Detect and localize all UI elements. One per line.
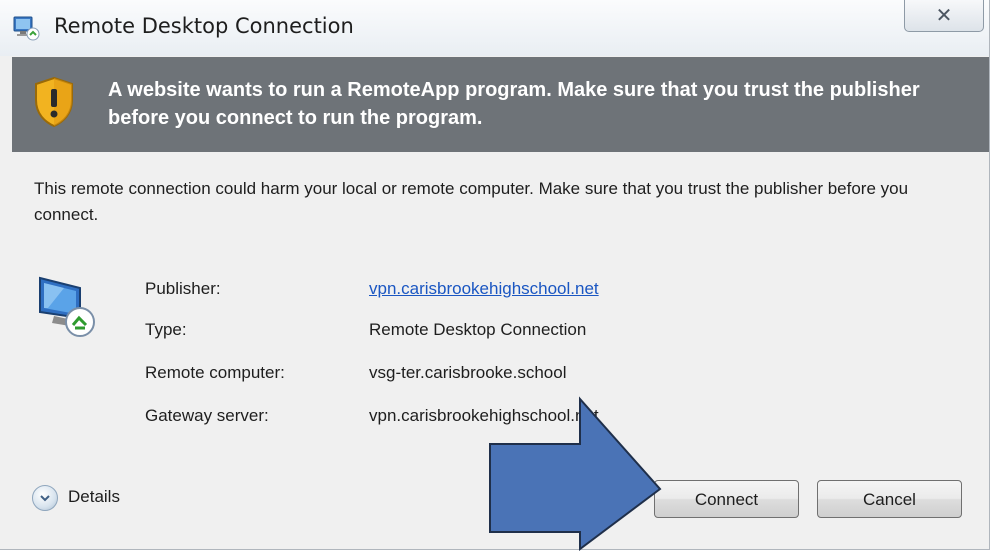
window-title: Remote Desktop Connection [54, 14, 354, 38]
dialog-body: This remote connection could harm your l… [12, 152, 989, 549]
cancel-button[interactable]: Cancel [817, 480, 962, 518]
close-button[interactable]: ✕ [904, 0, 984, 32]
remote-desktop-dialog: Remote Desktop Connection ✕ A website wa… [0, 0, 990, 550]
remote-desktop-icon [13, 16, 40, 41]
type-value: Remote Desktop Connection [369, 320, 587, 339]
computer-icon [39, 276, 95, 337]
details-label: Details [68, 487, 120, 506]
remote-computer-label: Remote computer: [145, 363, 285, 382]
warning-message: A website wants to run a RemoteApp progr… [108, 79, 920, 129]
connect-button[interactable]: Connect [654, 480, 799, 518]
chevron-down-circle-icon [32, 485, 58, 511]
shield-warning-icon [35, 76, 73, 128]
gateway-server-value: vpn.carisbrookehighschool.net [369, 406, 599, 425]
intro-text: This remote connection could harm your l… [34, 179, 909, 224]
type-label: Type: [145, 320, 187, 339]
publisher-label: Publisher: [145, 279, 221, 298]
warning-banner: A website wants to run a RemoteApp progr… [12, 57, 989, 152]
close-icon: ✕ [935, 5, 953, 27]
gateway-server-label: Gateway server: [145, 406, 269, 425]
title-bar: Remote Desktop Connection ✕ [0, 0, 989, 56]
publisher-link[interactable]: vpn.carisbrookehighschool.net [369, 279, 599, 299]
remote-computer-value: vsg-ter.carisbrooke.school [369, 363, 567, 382]
